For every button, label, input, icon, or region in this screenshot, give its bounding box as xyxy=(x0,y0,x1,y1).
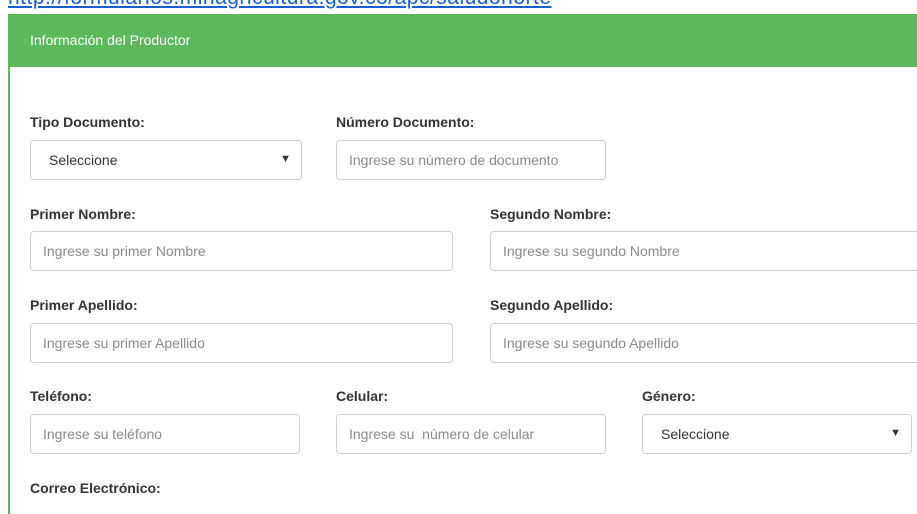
primer-apellido-label: Primer Apellido: xyxy=(30,297,138,313)
segundo-nombre-input[interactable] xyxy=(490,231,917,271)
panel-heading: Información del Productor xyxy=(10,14,917,67)
productor-panel: Información del Productor Tipo Documento… xyxy=(8,14,917,514)
genero-value: Seleccione xyxy=(661,426,730,442)
panel-title: Información del Productor xyxy=(30,32,191,48)
primer-nombre-label: Primer Nombre: xyxy=(30,206,136,222)
chevron-down-icon: ▼ xyxy=(280,153,291,165)
telefono-label: Teléfono: xyxy=(30,388,92,404)
primer-nombre-input[interactable] xyxy=(30,231,453,271)
celular-label: Celular: xyxy=(336,388,389,404)
telefono-input[interactable] xyxy=(30,414,300,454)
tipo-documento-label: Tipo Documento: xyxy=(30,114,145,130)
primer-apellido-input[interactable] xyxy=(30,323,453,363)
genero-select[interactable]: Seleccione ▼ xyxy=(642,414,912,454)
tipo-documento-select[interactable]: Seleccione ▼ xyxy=(30,140,302,180)
numero-documento-label: Número Documento: xyxy=(336,114,475,130)
segundo-apellido-input[interactable] xyxy=(490,323,917,363)
celular-input[interactable] xyxy=(336,414,606,454)
tipo-documento-value: Seleccione xyxy=(49,152,118,168)
genero-label: Género: xyxy=(642,388,696,404)
correo-label: Correo Electrónico: xyxy=(30,480,161,496)
segundo-nombre-label: Segundo Nombre: xyxy=(490,206,612,222)
chevron-down-icon: ▼ xyxy=(890,427,901,439)
page-url-link[interactable]: http://formularios.minagricultura.gov.co… xyxy=(8,0,552,10)
segundo-apellido-label: Segundo Apellido: xyxy=(490,297,614,313)
numero-documento-input[interactable] xyxy=(336,140,606,180)
